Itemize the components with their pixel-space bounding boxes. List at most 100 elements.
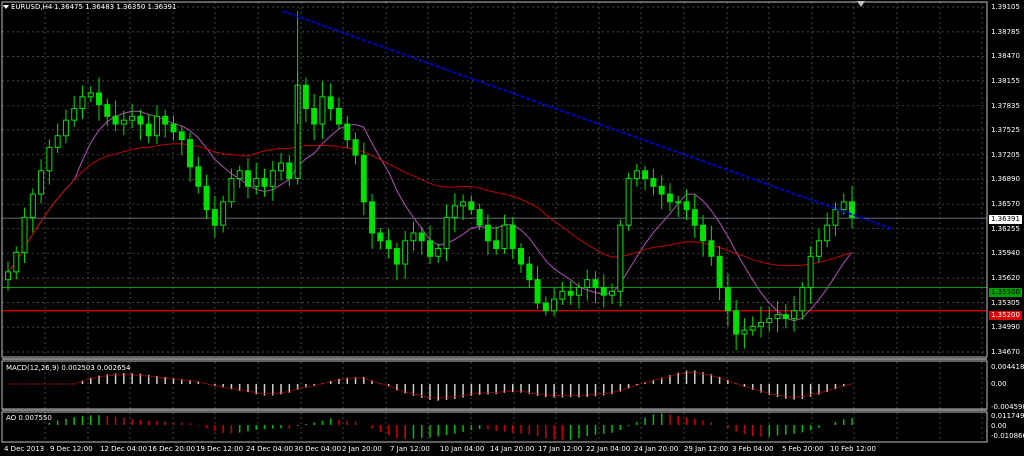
candle-body xyxy=(253,178,260,187)
candle-body xyxy=(675,201,682,204)
candle-body xyxy=(584,279,591,288)
candle-body xyxy=(13,251,20,273)
candle-body xyxy=(526,263,533,281)
candle-body xyxy=(799,286,806,312)
ao-tick-zero: 0.00 xyxy=(991,422,1007,430)
price-tick: 1.34990 xyxy=(991,323,1020,332)
price-tick: 1.35620 xyxy=(991,274,1020,283)
candle-body xyxy=(54,135,61,148)
support-green-tag: 1.35500 xyxy=(989,288,1022,297)
ohlc-values: 1.36475 1.36483 1.36350 1.36391 xyxy=(54,3,177,11)
price-tick: 1.35940 xyxy=(991,249,1020,258)
candle-body xyxy=(551,298,558,312)
candle-body xyxy=(393,248,400,265)
time-tick: 29 Jan 12:00 xyxy=(684,445,729,453)
candle-body xyxy=(162,115,169,125)
time-tick: 30 Dec 04:00 xyxy=(294,445,342,453)
time-tick: 9 Dec 12:00 xyxy=(50,445,93,453)
price-tick: 1.37525 xyxy=(991,125,1020,134)
time-tick: 2 Jan 20:00 xyxy=(342,445,382,453)
candle-body xyxy=(369,201,376,234)
candle-body xyxy=(617,224,624,292)
candle-body xyxy=(451,205,458,218)
macd-label: MACD(12,26,9) 0.002503 0.002654 xyxy=(6,364,131,372)
candle-body xyxy=(112,115,119,125)
candle-body xyxy=(791,310,798,320)
candle-body xyxy=(220,201,227,226)
candle-body xyxy=(211,209,218,226)
candle-body xyxy=(567,290,574,296)
price-tick: 1.37835 xyxy=(991,101,1020,110)
macd-tick-top: 0.004418 xyxy=(991,363,1024,371)
support-red-tag: 1.35200 xyxy=(989,311,1022,320)
candle-body xyxy=(29,193,36,218)
candle-body xyxy=(716,255,723,288)
candle-body xyxy=(832,209,839,226)
time-tick: 24 Jan 20:00 xyxy=(634,445,679,453)
candle-body xyxy=(79,96,86,110)
candle-body xyxy=(757,321,764,327)
candle-body xyxy=(700,224,707,242)
price-tick: 1.34670 xyxy=(991,348,1020,356)
candle-body xyxy=(642,170,649,180)
candle-body xyxy=(203,185,210,211)
candle-body xyxy=(493,240,500,250)
candle-body xyxy=(178,131,185,141)
candle-body xyxy=(708,240,715,257)
candle-body xyxy=(476,209,483,226)
time-tick: 19 Dec 12:00 xyxy=(196,445,244,453)
price-tick: 1.39105 xyxy=(991,3,1020,11)
time-tick: 10 Jan 04:00 xyxy=(440,445,485,453)
price-tick: 1.36570 xyxy=(991,200,1020,209)
candle-body xyxy=(344,123,351,141)
candle-body xyxy=(261,178,268,187)
macd-tick-zero: 0.00 xyxy=(991,380,1007,388)
time-tick: 16 Dec 20:00 xyxy=(148,445,196,453)
ao-tick-bottom: -0.010866 xyxy=(991,432,1024,440)
candle-body xyxy=(724,286,731,312)
price-chart[interactable] xyxy=(0,0,1024,456)
candle-body xyxy=(625,178,632,226)
candle-body xyxy=(377,232,384,242)
candle-body xyxy=(38,170,45,195)
candle-body xyxy=(733,310,740,335)
price-tick: 1.37205 xyxy=(991,150,1020,159)
candle-body xyxy=(774,314,781,320)
candle-body xyxy=(120,119,127,125)
candle-body xyxy=(542,302,549,312)
chart-menu-icon[interactable] xyxy=(3,5,9,9)
candle-body xyxy=(600,286,607,296)
candle-body xyxy=(385,240,392,250)
candle-body xyxy=(468,201,475,211)
candle-body xyxy=(410,232,417,242)
candle-body xyxy=(153,115,160,137)
candle-body xyxy=(575,286,582,296)
candle-body xyxy=(509,224,516,250)
time-tick: 5 Feb 20:00 xyxy=(782,445,824,453)
candle-body xyxy=(46,146,53,172)
price-tick: 1.36255 xyxy=(991,224,1020,233)
chart-shift-icon[interactable] xyxy=(857,1,865,7)
candle-body xyxy=(170,123,177,133)
candle-body xyxy=(319,96,326,125)
candle-body xyxy=(443,216,450,250)
candle-body xyxy=(559,290,566,300)
candle-body xyxy=(145,123,152,137)
candle-body xyxy=(501,224,508,250)
candle-body xyxy=(360,154,367,203)
candle-body xyxy=(741,329,748,335)
candle-body xyxy=(311,108,318,125)
time-tick: 14 Jan 20:00 xyxy=(490,445,535,453)
candle-body xyxy=(815,240,822,257)
time-tick: 10 Feb 12:00 xyxy=(830,445,876,453)
macd-tick-bottom: -0.004598 xyxy=(991,403,1024,411)
candle-body xyxy=(21,216,28,253)
time-tick: 17 Jan 12:00 xyxy=(538,445,583,453)
time-tick: 24 Dec 04:00 xyxy=(246,445,294,453)
candle-body xyxy=(327,96,334,110)
candle-body xyxy=(534,279,541,304)
time-tick: 3 Feb 04:00 xyxy=(732,445,774,453)
candle-body xyxy=(691,209,698,226)
symbol-label: EURUSD,H4 xyxy=(11,3,53,11)
time-tick: 22 Jan 04:00 xyxy=(586,445,631,453)
